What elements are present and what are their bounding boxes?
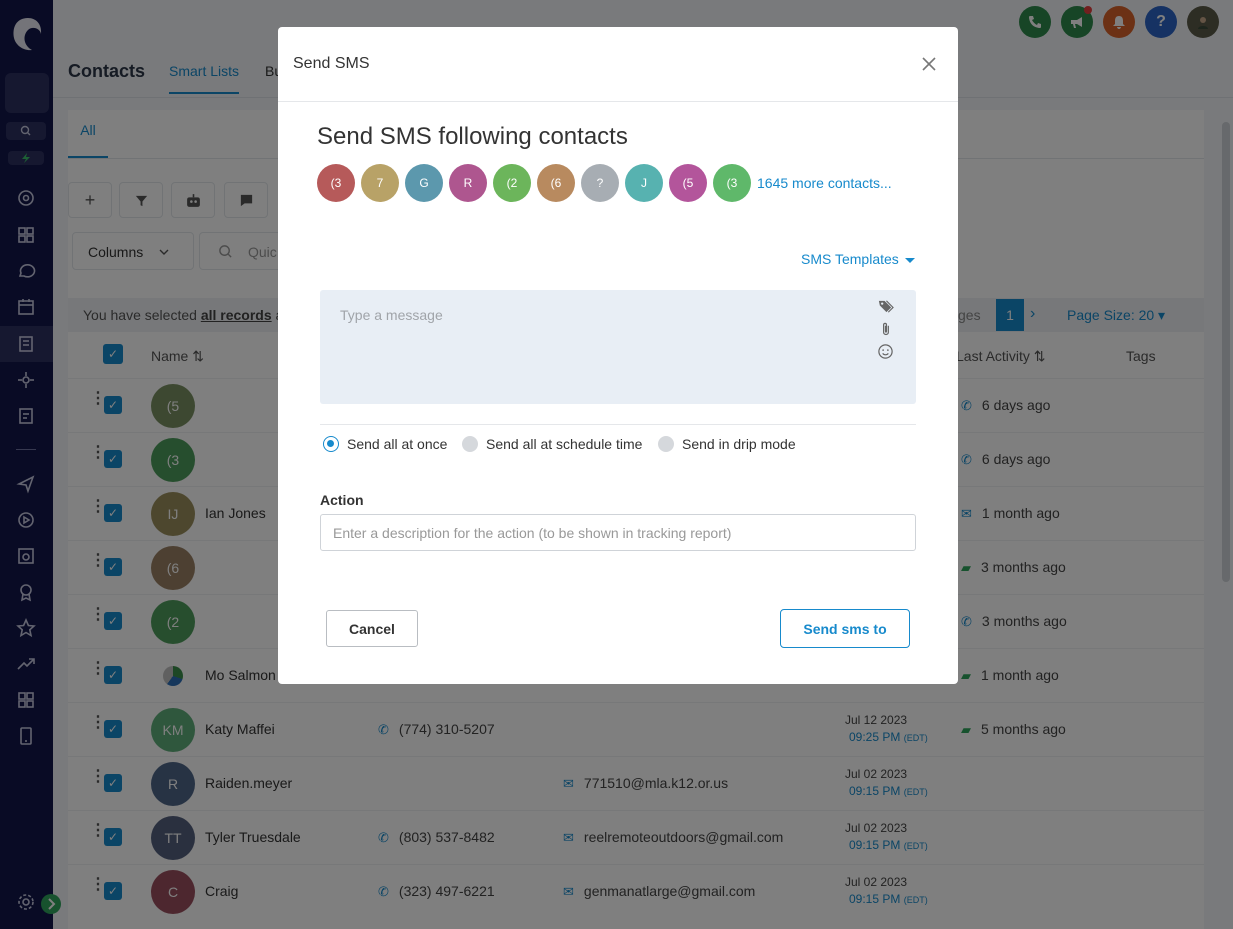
composer-divider — [320, 424, 916, 425]
contact-avatar[interactable]: J — [625, 164, 663, 202]
send-mode-all-at-once[interactable]: Send all at once — [323, 436, 447, 452]
contact-avatar[interactable]: (3 — [317, 164, 355, 202]
message-composer — [320, 290, 916, 404]
action-label: Action — [320, 492, 364, 508]
caret-down-icon — [904, 257, 915, 263]
send-mode-drip[interactable]: Send in drip mode — [658, 436, 796, 452]
sms-heading: Send SMS following contacts — [317, 123, 628, 150]
send-mode-label: Send all at schedule time — [486, 436, 643, 452]
radio-unselected[interactable] — [462, 436, 478, 452]
more-contacts-link[interactable]: 1645 more contacts... — [757, 175, 892, 191]
action-description-input[interactable] — [320, 514, 916, 551]
contact-avatar[interactable]: (3 — [713, 164, 751, 202]
sms-templates-label: SMS Templates — [801, 251, 899, 267]
attachment-paperclip-icon[interactable] — [877, 321, 895, 339]
contact-avatar[interactable]: R — [449, 164, 487, 202]
contact-avatar[interactable]: 7 — [361, 164, 399, 202]
contact-avatar[interactable]: (6 — [537, 164, 575, 202]
modal-header-divider — [278, 101, 958, 102]
tag-icon[interactable] — [877, 298, 895, 316]
radio-unselected[interactable] — [658, 436, 674, 452]
close-icon[interactable] — [918, 53, 940, 75]
contact-avatar[interactable]: (2 — [493, 164, 531, 202]
sms-templates-dropdown[interactable]: SMS Templates — [801, 251, 915, 267]
modal-title: Send SMS — [293, 55, 370, 72]
contact-avatar[interactable]: ? — [581, 164, 619, 202]
cancel-button[interactable]: Cancel — [326, 610, 418, 647]
emoji-smiley-icon[interactable] — [877, 343, 895, 361]
send-mode-schedule-time[interactable]: Send all at schedule time — [462, 436, 642, 452]
contact-avatar[interactable]: (5 — [669, 164, 707, 202]
contact-avatar[interactable]: G — [405, 164, 443, 202]
send-sms-modal: Send SMS Send SMS following contacts (3 7… — [278, 27, 958, 684]
send-mode-label: Send all at once — [347, 436, 448, 452]
radio-selected[interactable] — [323, 436, 339, 452]
send-sms-submit-button[interactable]: Send sms to — [780, 609, 910, 648]
send-mode-label: Send in drip mode — [682, 436, 796, 452]
selected-contacts-avatars: (3 7 G R (2 (6? J (5 (3 1645 more contacts... — [317, 164, 892, 202]
message-input[interactable] — [320, 290, 860, 404]
